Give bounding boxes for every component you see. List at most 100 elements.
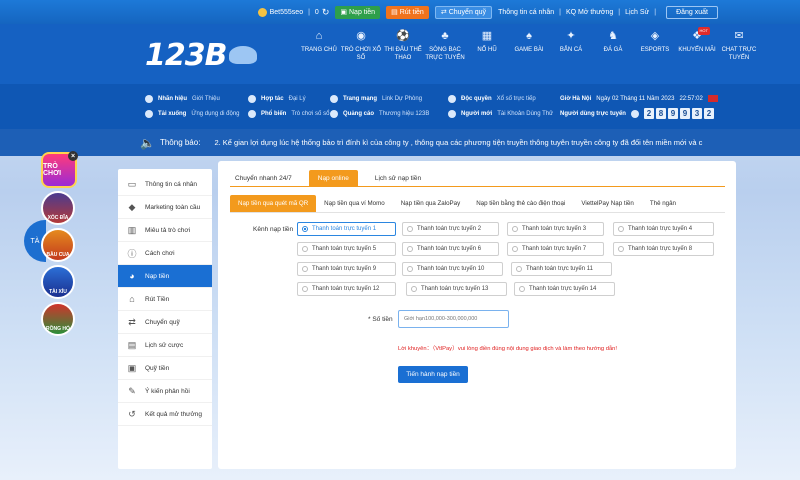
announcement-bar: 🔈 Thông báo: 2. Kể gian lợi dụng lúc hệ … <box>0 129 800 156</box>
globe-icon <box>330 94 338 103</box>
logo-text: 123B <box>145 37 227 73</box>
feedback-icon: ✎ <box>128 385 136 396</box>
diamond-icon: ◆ <box>128 201 136 212</box>
sidebar-item-feedback[interactable]: ✎ Ý kiến phản hồi <box>118 380 212 403</box>
submit-deposit-button[interactable]: Tiến hành nạp tiền <box>398 366 468 383</box>
close-icon[interactable]: × <box>68 151 78 161</box>
home-icon: ⌂ <box>315 30 323 42</box>
payment-option[interactable]: Thanh toán trực tuyến 9 <box>297 262 396 276</box>
logout-button[interactable]: Đăng xuất <box>666 5 718 19</box>
info-icon: ⓘ <box>127 248 137 259</box>
username: Bet555seo <box>269 8 304 16</box>
website-link[interactable]: Trang mạng Link Dự Phòng <box>330 91 429 106</box>
subtab-viettelpay[interactable]: ViettelPay Nạp tiền <box>573 195 642 212</box>
game-xoc-dia[interactable]: XÓC ĐĨA <box>41 191 75 225</box>
radio-icon <box>519 286 525 292</box>
payment-option[interactable]: Thanh toán trực tuyến 12 <box>297 282 396 296</box>
payment-option[interactable]: Thanh toán trực tuyến 1 <box>297 222 396 236</box>
popular-link[interactable]: Phổ biến Trò chơi số sổ <box>248 106 329 121</box>
game-tai-xiu[interactable]: TÀI XỈU <box>41 265 75 299</box>
sidebar-item-transfer[interactable]: ⇄ Chuyển quỹ <box>118 311 212 334</box>
top-bar: Bet555seo | 0 ↻ ▣ Nạp tiền ▤ Rút tiền ⇄ Chu… <box>0 0 800 24</box>
lottery-icon: ◉ <box>356 30 366 42</box>
sidebar-item-deposit[interactable]: ◕ Nạp tiền <box>118 265 212 288</box>
nav-esports[interactable]: ◈ ESPORTS <box>634 30 676 62</box>
ads-link[interactable]: Quảng cáo Thương hiệu 123B <box>330 106 429 121</box>
games-menu-button[interactable]: TRÒ CHƠI × <box>41 151 78 188</box>
nav-live-chat[interactable]: ✉ CHAT TRỰC TUYẾN <box>718 30 760 62</box>
payment-option[interactable]: Thanh toán trực tuyến 14 <box>514 282 615 296</box>
bank-icon: ⌂ <box>129 294 135 304</box>
transfer-icon: ⇄ <box>128 316 136 327</box>
info-strip: Nhãn hiệu Giới Thiệu Tải xuống Ứng dụng di… <box>0 84 800 129</box>
subtab-momo[interactable]: Nạp tiền qua ví Momo <box>316 195 393 212</box>
payment-option[interactable]: Thanh toán trực tuyến 10 <box>402 262 503 276</box>
brand-link[interactable]: Nhãn hiệu Giới Thiệu <box>145 91 240 106</box>
game-bau-cua[interactable]: BẦU CUA <box>41 228 75 262</box>
partner-link[interactable]: Hợp tác Đại Lý <box>248 91 329 106</box>
deposit-method-tabs: Nạp tiền qua quét mã QR Nạp tiền qua ví … <box>230 195 725 213</box>
logo-dragon-icon <box>228 46 257 64</box>
floating-games: TRÒ CHƠI × XÓC ĐĨA BẦU CUA TÀI XỈU RỒNG … <box>41 151 78 339</box>
payment-option[interactable]: Thanh toán trực tuyến 6 <box>402 242 499 256</box>
megaphone-icon <box>330 109 338 118</box>
amount-input[interactable] <box>398 310 509 328</box>
account-sidebar: ▭ Thông tin cá nhân ◆ Marketing toàn cầu ▥… <box>118 169 212 469</box>
radio-icon <box>512 246 518 252</box>
radio-icon <box>407 246 413 252</box>
vietnam-flag-icon <box>707 95 718 102</box>
sidebar-item-bet-history[interactable]: ▤ Lịch sử cược <box>118 334 212 357</box>
casino-icon: ♣ <box>441 30 449 42</box>
payment-option[interactable]: Thanh toán trực tuyến 8 <box>613 242 714 256</box>
nav-cards[interactable]: ♠ GAME BÀI <box>508 30 550 62</box>
profile-link[interactable]: Thông tin cá nhân <box>498 9 554 16</box>
results-link[interactable]: KQ Mở thưởng <box>566 9 613 16</box>
sidebar-item-how-to-play[interactable]: ⓘ Cách chơi <box>118 242 212 265</box>
payment-option[interactable]: Thanh toán trực tuyến 3 <box>507 222 604 236</box>
deposit-note: Lời khuyên：（VtlPay）vui lòng điền đúng nộ… <box>398 346 618 352</box>
sidebar-item-profile[interactable]: ▭ Thông tin cá nhân <box>118 173 212 196</box>
sidebar-item-results[interactable]: ↺ Kết quả mở thưởng <box>118 403 212 426</box>
payment-option[interactable]: Thanh toán trực tuyến 7 <box>507 242 604 256</box>
nav-fishing[interactable]: ✦ BẮN CÁ <box>550 30 592 62</box>
sidebar-item-marketing[interactable]: ◆ Marketing toàn cầu <box>118 196 212 219</box>
payment-option[interactable]: Thanh toán trực tuyến 2 <box>402 222 499 236</box>
tab-online-deposit[interactable]: Nạp online <box>308 170 358 186</box>
exclusive-icon <box>448 94 456 103</box>
nav-promotions[interactable]: HOT ❖ KHUYẾN MÃI <box>676 27 718 62</box>
radio-icon <box>618 246 624 252</box>
subtab-phone-card[interactable]: Nạp tiền bằng thẻ cào điện thoại <box>468 195 573 212</box>
transfer-button[interactable]: ⇄ Chuyển quỹ <box>434 5 493 19</box>
history-link[interactable]: Lịch Sử <box>625 9 649 16</box>
nav-sports[interactable]: ⚽ THI ĐẤU THỂ THAO <box>382 30 424 62</box>
sidebar-item-game-description[interactable]: ▥ Miêu tả trò chơi <box>118 219 212 242</box>
sidebar-item-withdraw[interactable]: ⌂ Rút Tiền <box>118 288 212 311</box>
payment-option[interactable]: Thanh toán trực tuyến 13 <box>406 282 507 296</box>
subtab-zalopay[interactable]: Nạp tiền qua ZaloPay <box>393 195 469 212</box>
nav-casino[interactable]: ♣ SÒNG BẠC TRỰC TUYẾN <box>424 30 466 62</box>
subtab-bank-card[interactable]: Thẻ ngân <box>642 195 684 212</box>
nav-home[interactable]: ⌂ TRANG CHỦ <box>298 30 340 62</box>
refresh-icon[interactable]: ↻ <box>322 7 330 18</box>
tab-deposit-history[interactable]: Lịch sử nạp tiền <box>370 170 426 186</box>
logo[interactable]: 123B <box>145 34 285 76</box>
exclusive-link[interactable]: Độc quyền Xổ số trực tiếp <box>448 91 553 106</box>
nav-lottery[interactable]: ◉ TRÒ CHƠI XỔ SỐ <box>340 30 382 62</box>
user-info[interactable]: Bet555seo | 0 ↻ <box>257 7 330 18</box>
nav-slots[interactable]: ▦ NỔ HŨ <box>466 30 508 62</box>
withdraw-button[interactable]: ▤ Rút tiền <box>386 5 429 19</box>
deposit-button[interactable]: ▣ Nạp tiền <box>335 5 381 19</box>
online-counter: 2 8 9 9 3 2 <box>643 108 714 119</box>
nav-cockfight[interactable]: ♞ ĐÁ GÀ <box>592 30 634 62</box>
sidebar-item-funds[interactable]: ▣ Quỹ tiền <box>118 357 212 380</box>
subtab-qr[interactable]: Nạp tiền qua quét mã QR <box>230 195 317 212</box>
payment-option[interactable]: Thanh toán trực tuyến 11 <box>511 262 612 276</box>
game-rong-ho[interactable]: RỒNG HỔ <box>41 302 75 336</box>
newbie-link[interactable]: Người mới Tài Khoản Dùng Thử <box>448 106 553 121</box>
time-label: Giờ Hà Nội <box>560 95 592 102</box>
tab-fast-transfer[interactable]: Chuyển nhanh 24/7 <box>230 170 297 186</box>
download-link[interactable]: Tải xuống Ứng dụng di động <box>145 106 240 121</box>
handshake-icon <box>248 94 256 103</box>
payment-option[interactable]: Thanh toán trực tuyến 4 <box>613 222 714 236</box>
payment-option[interactable]: Thanh toán trực tuyến 5 <box>297 242 396 256</box>
